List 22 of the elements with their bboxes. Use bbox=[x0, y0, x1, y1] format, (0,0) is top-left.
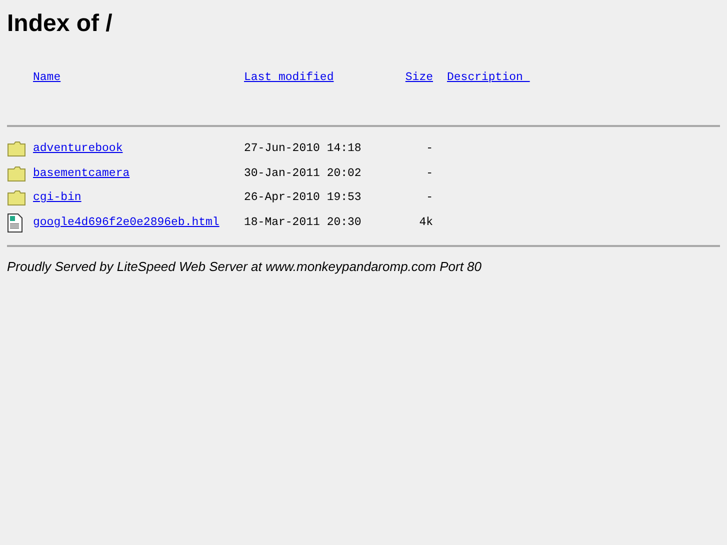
modified-date: 30-Jan-2011 20:02 bbox=[244, 166, 362, 180]
folder-icon bbox=[7, 141, 26, 158]
server-footer: Proudly Served by LiteSpeed Web Server at www.monkeypandaromp.com Port 80 bbox=[7, 257, 720, 276]
modified-date: 26-Apr-2010 19:53 bbox=[244, 191, 362, 204]
page-title: Index of / bbox=[7, 9, 114, 39]
file-size: 4k bbox=[419, 216, 433, 228]
modified-date: 27-Jun-2010 14:18 bbox=[244, 142, 362, 155]
column-header-link[interactable]: Last modified bbox=[244, 71, 334, 84]
document-icon bbox=[7, 212, 23, 233]
file-link[interactable]: cgi-bin bbox=[33, 191, 82, 204]
file-size: - bbox=[426, 142, 433, 155]
column-header-link[interactable]: Description bbox=[447, 71, 530, 84]
folder-icon bbox=[7, 190, 26, 206]
file-link[interactable]: basementcamera bbox=[33, 166, 130, 180]
file-size: - bbox=[426, 166, 433, 180]
column-header-link[interactable]: Size bbox=[405, 71, 433, 84]
file-link[interactable]: google4d696f2e0e2896eb.html bbox=[33, 216, 220, 228]
folder-icon bbox=[7, 166, 26, 182]
file-size: - bbox=[426, 191, 433, 204]
file-link[interactable]: adventurebook bbox=[33, 142, 123, 155]
column-header-link[interactable]: Name bbox=[33, 71, 61, 84]
modified-date: 18-Mar-2011 20:30 bbox=[244, 216, 362, 228]
